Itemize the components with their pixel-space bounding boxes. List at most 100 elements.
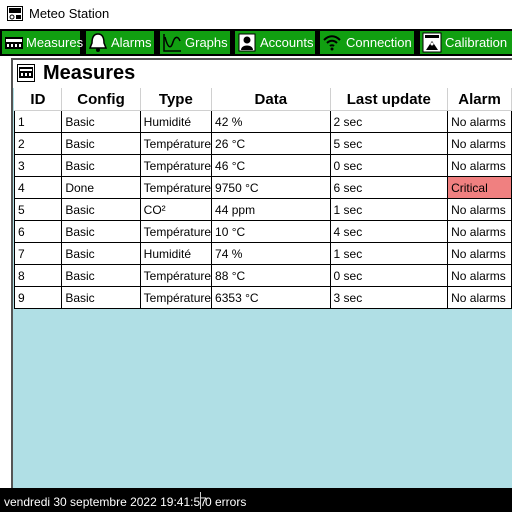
status-bar: vendredi 30 septembre 2022 19:41:57 0 er… [0, 488, 512, 512]
cell-config: Done [61, 176, 141, 199]
toolbar-label: Accounts [260, 35, 314, 50]
cell-alarm: No alarms [447, 110, 512, 133]
cell-id: 2 [13, 132, 63, 155]
cell-id: 8 [13, 264, 63, 287]
table-row[interactable]: 5 Basic CO² 44 ppm 1 sec No alarms [13, 198, 512, 221]
status-errors: 0 errors [205, 495, 247, 509]
cell-config: Basic [61, 132, 141, 155]
column-header-config[interactable]: Config [61, 88, 141, 111]
wifi-icon [323, 35, 341, 51]
toolbar-label: Connection [346, 35, 412, 50]
measures-panel: Measures ID Config Type Data Last update… [11, 58, 512, 488]
toolbar-label: Measures [26, 35, 84, 50]
toolbar-button-graphs[interactable]: Graphs [160, 31, 230, 54]
cell-last-update: 4 sec [329, 220, 449, 243]
cell-id: 5 [13, 198, 63, 221]
cell-last-update: 0 sec [329, 154, 449, 177]
column-header-id[interactable]: ID [14, 88, 63, 111]
cell-type: Température [139, 220, 213, 243]
page-title: Measures [43, 62, 136, 84]
toolbar-button-accounts[interactable]: Accounts [235, 31, 315, 54]
cell-alarm: No alarms [447, 242, 512, 265]
account-icon [238, 33, 256, 52]
toolbar: Measures Alarms Graphs Accounts Connecti… [0, 29, 512, 56]
toolbar-button-measures[interactable]: Measures [2, 31, 84, 54]
cell-data: 10 °C [211, 220, 331, 243]
cell-id: 6 [13, 220, 63, 243]
cell-alarm: No alarms [447, 220, 512, 243]
cell-id: 1 [13, 110, 63, 133]
toolbar-button-connection[interactable]: Connection [320, 31, 414, 54]
cell-type: Humidité [139, 110, 213, 133]
cell-data: 46 °C [211, 154, 331, 177]
cell-alarm: No alarms [447, 132, 512, 155]
cell-alarm: No alarms [447, 198, 512, 221]
column-header-last-update[interactable]: Last update [330, 88, 449, 111]
cell-type: Température [139, 132, 213, 155]
cell-last-update: 3 sec [329, 286, 449, 309]
window-title: Meteo Station [29, 6, 110, 21]
bell-icon [88, 33, 108, 52]
status-separator [200, 492, 201, 509]
cell-config: Basic [61, 198, 141, 221]
cell-last-update: 5 sec [329, 132, 449, 155]
table-row[interactable]: 6 Basic Température 10 °C 4 sec No alarm… [13, 220, 512, 243]
cell-alarm: No alarms [447, 264, 512, 287]
cell-type: Température [139, 286, 213, 309]
weather-station-icon [7, 6, 23, 21]
cell-id: 9 [13, 286, 63, 309]
toolbar-label: Graphs [185, 35, 228, 50]
measures-table: ID Config Type Data Last update Alarm 1 … [13, 88, 512, 309]
table-row[interactable]: 3 Basic Température 46 °C 0 sec No alarm… [13, 154, 512, 177]
table-header-row: ID Config Type Data Last update Alarm [14, 88, 512, 111]
cell-type: Température [139, 176, 213, 199]
cell-data: 74 % [211, 242, 331, 265]
calibration-icon [422, 32, 442, 53]
cell-last-update: 2 sec [329, 110, 449, 133]
cell-config: Basic [61, 110, 141, 133]
cell-config: Basic [61, 264, 141, 287]
table-row[interactable]: 2 Basic Température 26 °C 5 sec No alarm… [13, 132, 512, 155]
cell-data: 88 °C [211, 264, 331, 287]
table-row[interactable]: 8 Basic Température 88 °C 0 sec No alarm… [13, 264, 512, 287]
cell-type: Température [139, 154, 213, 177]
cell-data: 6353 °C [211, 286, 331, 309]
graph-icon [163, 34, 181, 52]
cell-data: 26 °C [211, 132, 331, 155]
measures-icon [5, 37, 23, 49]
cell-id: 7 [13, 242, 63, 265]
cell-config: Basic [61, 242, 141, 265]
toolbar-label: Alarms [111, 35, 152, 50]
cell-alarm: No alarms [447, 154, 512, 177]
cell-id: 4 [13, 176, 63, 199]
cell-last-update: 1 sec [329, 242, 449, 265]
cell-alarm-critical: Critical [447, 176, 512, 199]
title-bar: Meteo Station [0, 0, 512, 28]
cell-config: Basic [61, 154, 141, 177]
cell-config: Basic [61, 286, 141, 309]
toolbar-button-alarms[interactable]: Alarms [86, 31, 154, 54]
cell-type: CO² [139, 198, 213, 221]
cell-id: 3 [13, 154, 63, 177]
toolbar-button-calibration[interactable]: Calibration [420, 31, 512, 54]
column-header-data[interactable]: Data [211, 88, 331, 111]
column-header-alarm[interactable]: Alarm [447, 88, 512, 111]
toolbar-label: Calibration [445, 35, 508, 50]
status-datetime: vendredi 30 septembre 2022 19:41:57 [4, 495, 207, 509]
column-header-type[interactable]: Type [140, 88, 213, 111]
table-row[interactable]: 9 Basic Température 6353 °C 3 sec No ala… [13, 286, 512, 309]
cell-alarm: No alarms [447, 286, 512, 309]
table-row[interactable]: 1 Basic Humidité 42 % 2 sec No alarms [13, 110, 512, 133]
cell-type: Température [139, 264, 213, 287]
table-row[interactable]: 7 Basic Humidité 74 % 1 sec No alarms [13, 242, 512, 265]
cell-data: 9750 °C [211, 176, 331, 199]
cell-last-update: 6 sec [329, 176, 449, 199]
table-row[interactable]: 4 Done Température 9750 °C 6 sec Critica… [13, 176, 512, 199]
cell-last-update: 0 sec [329, 264, 449, 287]
measures-icon [17, 64, 35, 82]
cell-data: 42 % [211, 110, 331, 133]
cell-last-update: 1 sec [329, 198, 449, 221]
cell-type: Humidité [139, 242, 213, 265]
page-header: Measures [13, 60, 512, 88]
cell-config: Basic [61, 220, 141, 243]
